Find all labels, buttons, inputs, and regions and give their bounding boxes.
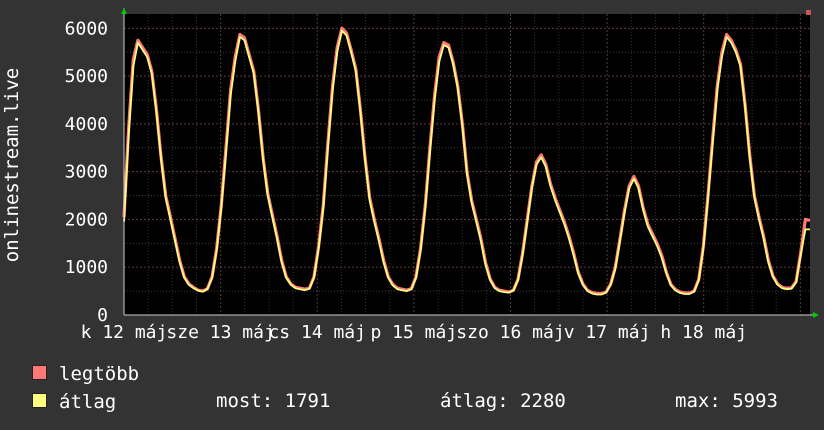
y-axis-arrow-icon <box>121 8 127 14</box>
corner-marker-icon <box>806 10 811 15</box>
stat-avg: átlag: 2280 <box>440 390 566 412</box>
x-tick-labels: k 12 máj sze 13 májcs 14 máj p 15 máj szo 1… <box>81 322 747 343</box>
stat-now: most: 1791 <box>216 390 331 412</box>
y-tick-label: 1000 <box>65 257 108 278</box>
x-tick-label: p 15 máj <box>371 322 458 343</box>
stat-max: max: 5993 <box>675 390 778 412</box>
y-axis-label: onlinestream.live <box>1 68 23 262</box>
legend-swatch-avg <box>32 393 47 408</box>
y-tick-label: 5000 <box>65 66 108 87</box>
legend-swatch-max <box>32 365 47 380</box>
y-tick-labels: 0100020003000400050006000 <box>65 18 108 326</box>
x-tick-label: sze 13 máj <box>166 322 274 343</box>
x-axis-arrow-icon <box>813 312 819 318</box>
x-tick-label: h 18 máj <box>660 322 747 343</box>
legend-item-max: legtöbb <box>32 362 139 386</box>
legend-label-max: legtöbb <box>59 363 140 385</box>
x-tick-label: szo 16 máj <box>456 322 564 343</box>
legend-item-avg: átlag <box>32 390 116 414</box>
y-tick-label: 6000 <box>65 18 108 39</box>
y-tick-label: 4000 <box>65 114 108 135</box>
x-tick-label: v 17 máj <box>564 322 651 343</box>
legend-label-avg: átlag <box>59 391 117 413</box>
x-tick-label: k 12 máj <box>81 322 168 343</box>
x-tick-label: cs 14 máj <box>268 322 366 343</box>
y-tick-label: 2000 <box>65 209 108 230</box>
y-tick-label: 3000 <box>65 162 108 183</box>
